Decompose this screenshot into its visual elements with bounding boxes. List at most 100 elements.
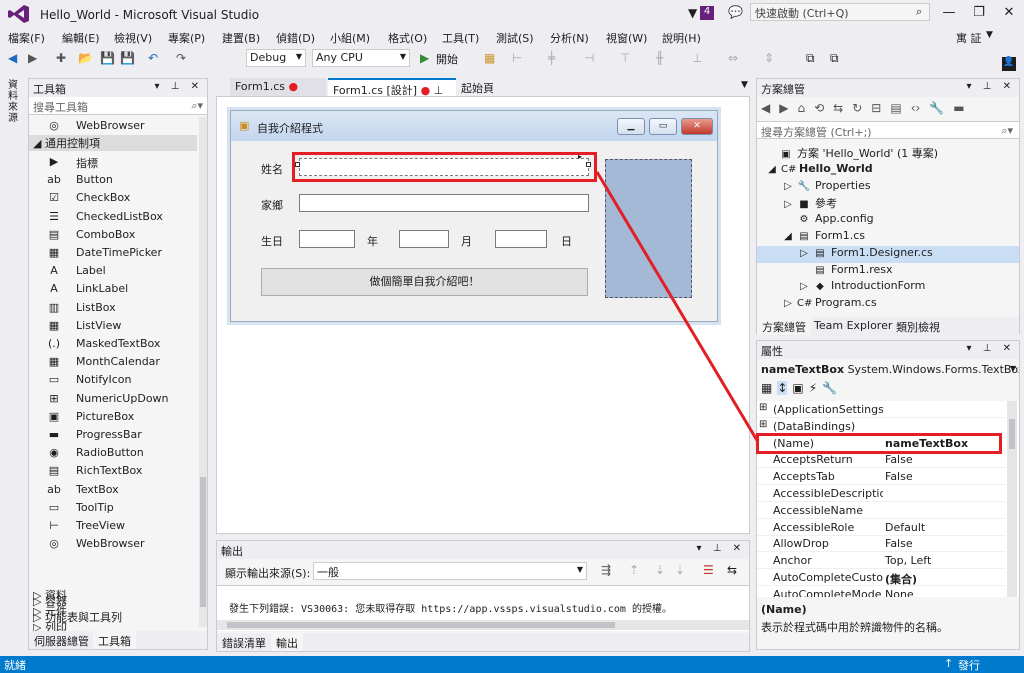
tab-overflow-icon[interactable]: ▼	[736, 78, 753, 96]
word-wrap-icon[interactable]: ⇆	[727, 563, 737, 577]
output-hscrollbar[interactable]	[217, 620, 749, 630]
panel-controls-icon[interactable]: ▾ ⊥ ✕	[967, 81, 1015, 92]
tab-form1-design[interactable]: Form1.cs [設計] ● ⊥ ✕	[328, 78, 456, 111]
property-grid-scrollbar[interactable]	[1007, 401, 1017, 597]
align-bottom-icon[interactable]: ⊥	[692, 51, 702, 65]
expand-arrow-icon[interactable]: ◢	[783, 231, 793, 242]
save-icon[interactable]: 💾	[100, 51, 115, 65]
minimize-button[interactable]: —	[934, 2, 964, 24]
panel-controls-icon[interactable]: ▾ ⊥ ✕	[155, 81, 203, 92]
toolbox-item-picturebox[interactable]: ▣ PictureBox	[29, 408, 197, 426]
property-row-acceptstab[interactable]: AcceptsTab False	[757, 468, 1005, 486]
menu-format[interactable]: 格式(O)	[388, 30, 427, 46]
collapse-icon[interactable]: ⊟	[871, 101, 881, 115]
property-value[interactable]: Default	[885, 521, 925, 534]
toolbox-item-combobox[interactable]: ▤ ComboBox	[29, 226, 197, 244]
align-center-icon[interactable]: ╪	[548, 51, 555, 65]
toolbox-item-checkedlistbox[interactable]: ☰ CheckedListBox	[29, 208, 197, 226]
publish-label[interactable]: 發行	[958, 657, 980, 673]
property-row-anchor[interactable]: Anchor Top, Left	[757, 552, 1005, 570]
property-value[interactable]: False	[885, 537, 913, 550]
form-window[interactable]: ▣ 自我介紹程式 ▁ ▭ ✕ 姓名 家鄉 生日 年 月 日 做個簡單自我介紹吧！	[230, 110, 718, 322]
toolbox-group-common[interactable]: ◢ 通用控制項	[29, 135, 197, 151]
menu-view[interactable]: 檢視(V)	[114, 30, 152, 46]
attach-icon[interactable]: ▦	[484, 51, 495, 65]
output-source-select[interactable]: 一般 ▼	[313, 562, 587, 580]
prev-message-icon[interactable]: ⇡	[629, 563, 639, 577]
events-icon[interactable]: ⚡	[809, 381, 817, 395]
tree-node-form1-cs[interactable]: ◢ ▤ Form1.cs	[783, 229, 865, 246]
menu-file[interactable]: 檔案(F)	[8, 30, 45, 46]
toolbox-item-checkbox[interactable]: ☑ CheckBox	[29, 189, 197, 207]
home-icon[interactable]: ⌂	[797, 101, 805, 115]
solution-search-input[interactable]: 搜尋方案總管 (Ctrl+;) ⌕▾	[757, 121, 1019, 139]
align-top-icon[interactable]: ⊤	[620, 51, 630, 65]
toolbox-item-maskedtextbox[interactable]: (.) MaskedTextBox	[29, 335, 197, 353]
toolbox-item-notifyicon[interactable]: ▭ NotifyIcon	[29, 371, 197, 389]
same-size-icon[interactable]: ⇔	[728, 51, 738, 65]
feedback-icon[interactable]: 💬	[728, 5, 743, 19]
expand-arrow-icon[interactable]: ▷	[783, 181, 793, 192]
property-row-autocompletemode[interactable]: AutoCompleteMode None	[757, 586, 1005, 597]
menu-test[interactable]: 測試(S)	[496, 30, 534, 46]
redo-icon[interactable]: ↷	[176, 51, 186, 65]
menu-project[interactable]: 專案(P)	[168, 30, 205, 46]
back-icon[interactable]: ◀	[8, 51, 17, 65]
send-back-icon[interactable]: ⧉	[830, 51, 839, 66]
bring-front-icon[interactable]: ⧉	[806, 51, 815, 66]
birth-year-textbox[interactable]	[299, 230, 355, 248]
photo-picturebox[interactable]	[605, 159, 692, 298]
tree-node-app-config[interactable]: ⚙ App.config	[783, 212, 874, 229]
menu-analyze[interactable]: 分析(N)	[550, 30, 589, 46]
alphabetical-icon[interactable]: ↕	[777, 381, 788, 395]
toolbox-item-label[interactable]: A Label	[29, 262, 197, 280]
property-value[interactable]: None	[885, 588, 914, 597]
form-maximize-button[interactable]: ▭	[649, 118, 677, 135]
toolbox-group-printing[interactable]: ▷ 列印	[29, 619, 197, 631]
form-close-button[interactable]: ✕	[681, 118, 713, 135]
find-message-icon[interactable]: ⇣	[675, 563, 685, 577]
start-button-label[interactable]: 開始	[436, 51, 458, 67]
birth-month-textbox[interactable]	[399, 230, 449, 248]
tab-error-list[interactable]: 錯誤清單	[217, 633, 271, 651]
toolbox-item-pointer[interactable]: ▶ 指標	[29, 153, 197, 171]
menu-tools[interactable]: 工具(T)	[442, 30, 479, 46]
spacing-icon[interactable]: ⇕	[764, 51, 774, 65]
expand-arrow-icon[interactable]: ◢	[767, 164, 777, 175]
tab-solution-explorer[interactable]: 方案總管	[757, 317, 811, 335]
user-name[interactable]: 寓 証	[956, 30, 982, 46]
back-icon[interactable]: ◀	[761, 101, 770, 115]
goto-error-icon[interactable]: ⇶	[601, 563, 611, 577]
toolbox-item-webbrowser-top[interactable]: ◎ WebBrowser	[29, 117, 197, 135]
hometown-textbox[interactable]	[299, 194, 589, 212]
properties-view-icon[interactable]: ▣	[792, 381, 803, 395]
search-icon[interactable]: ⌕	[916, 5, 922, 19]
tree-node-form1-resx[interactable]: ▤ Form1.resx	[799, 263, 892, 280]
sync-icon[interactable]: ⇆	[833, 101, 843, 115]
toolbox-group-data[interactable]: ▷ 資料	[29, 587, 197, 603]
expand-arrow-icon[interactable]: ▷	[783, 298, 793, 309]
property-value[interactable]: Top, Left	[885, 554, 931, 567]
clear-all-icon[interactable]: ☰	[703, 563, 714, 577]
property-row-allowdrop[interactable]: AllowDrop False	[757, 535, 1005, 553]
menu-build[interactable]: 建置(B)	[222, 30, 260, 46]
next-message-icon[interactable]: ⇣	[655, 563, 665, 577]
property-row-applicationsettings[interactable]: ⊞ (ApplicationSettings)	[757, 401, 1005, 418]
birth-day-textbox[interactable]	[495, 230, 547, 248]
tree-node-introductionform[interactable]: ▷ ◆ IntroductionForm	[799, 279, 925, 296]
filter-icon[interactable]: ▼	[688, 6, 697, 20]
toolbox-item-datetimepicker[interactable]: ▦ DateTimePicker	[29, 244, 197, 262]
introduce-button[interactable]: 做個簡單自我介紹吧！	[261, 268, 588, 296]
tree-node-references[interactable]: ▷ ■ 參考	[783, 195, 837, 212]
property-value[interactable]: False	[885, 470, 913, 483]
properties-icon[interactable]: 🔧	[929, 101, 944, 115]
close-button[interactable]: ✕	[994, 2, 1024, 24]
save-all-icon[interactable]: 💾	[120, 51, 135, 65]
panel-controls-icon[interactable]: ▾ ⊥ ✕	[967, 343, 1015, 354]
panel-controls-icon[interactable]: ▾ ⊥ ✕	[697, 543, 745, 554]
toolbox-scrollbar[interactable]	[199, 117, 207, 627]
tab-class-view[interactable]: 類別檢視	[891, 317, 945, 335]
platform-select[interactable]: Any CPU ▼	[312, 49, 410, 67]
property-pages-icon[interactable]: 🔧	[822, 381, 837, 395]
menu-edit[interactable]: 編輯(E)	[62, 30, 100, 46]
